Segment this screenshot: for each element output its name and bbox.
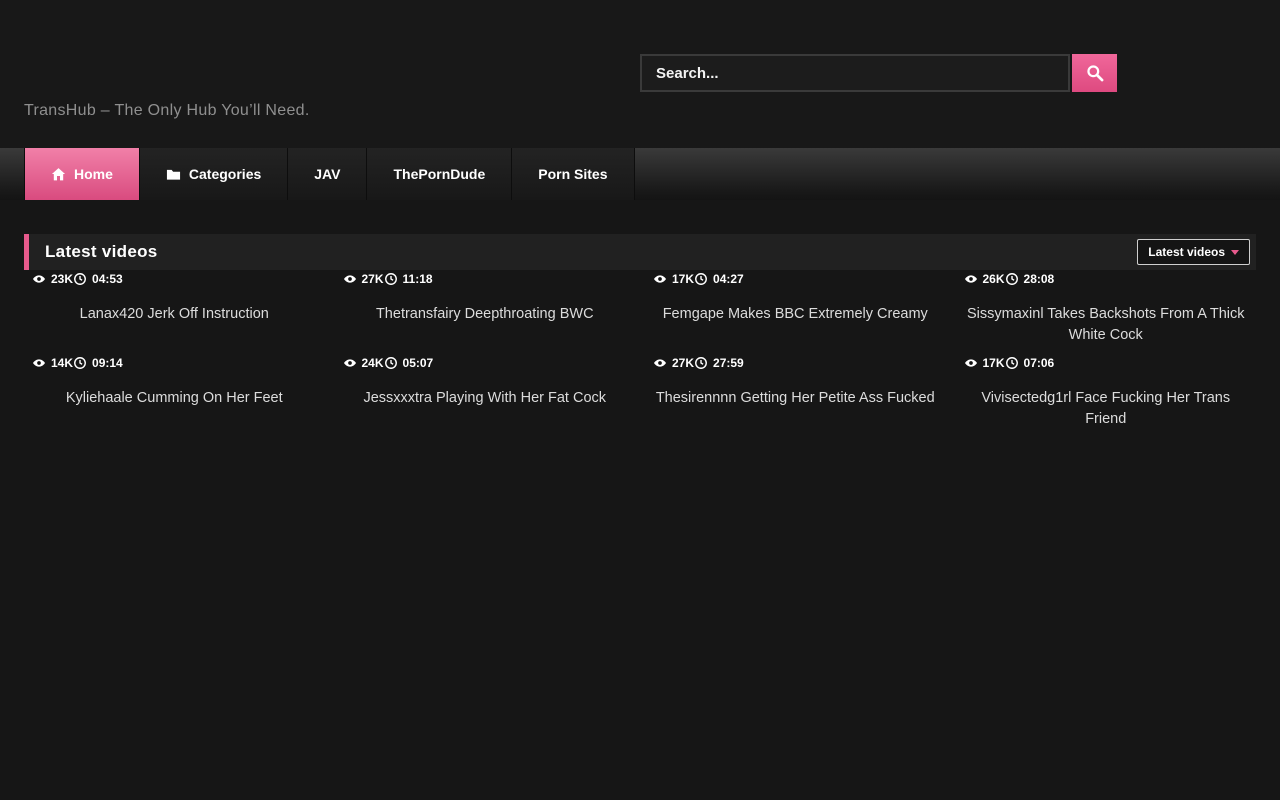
duration-text: 04:27	[713, 272, 744, 286]
clock-icon	[694, 272, 708, 286]
clock-icon	[1005, 272, 1019, 286]
eye-icon	[343, 356, 357, 370]
duration: 04:27	[694, 272, 744, 286]
site-tagline: TransHub – The Only Hub You’ll Need.	[24, 102, 310, 120]
sort-dropdown-button[interactable]: Latest videos	[1137, 239, 1250, 265]
video-card[interactable]: 27K 11:18 Thetransfairy Deepthroating BW…	[335, 292, 636, 346]
eye-icon	[964, 272, 978, 286]
duration-text: 07:06	[1024, 356, 1055, 370]
view-count: 27K	[653, 356, 694, 370]
view-count: 14K	[32, 356, 73, 370]
duration-text: 09:14	[92, 356, 123, 370]
duration-text: 27:59	[713, 356, 744, 370]
view-count: 24K	[343, 356, 384, 370]
video-card[interactable]: 17K 04:27 Femgape Makes BBC Extremely Cr…	[645, 292, 946, 346]
duration: 09:14	[73, 356, 123, 370]
eye-icon	[32, 356, 46, 370]
view-count-text: 17K	[672, 272, 694, 286]
search-icon	[1086, 64, 1104, 82]
video-title[interactable]: Vivisectedg1rl Face Fucking Her Trans Fr…	[956, 388, 1257, 430]
section-header: Latest videos Latest videos	[24, 234, 1256, 270]
nav-tab-label: Home	[74, 166, 113, 182]
eye-icon	[964, 356, 978, 370]
nav-tab-label: JAV	[314, 166, 340, 182]
duration: 04:53	[73, 272, 123, 286]
clock-icon	[384, 356, 398, 370]
video-stats: 24K 05:07	[335, 350, 351, 376]
video-stats: 14K 09:14	[24, 350, 40, 376]
video-card[interactable]: 27K 27:59 Thesirennnn Getting Her Petite…	[645, 376, 946, 430]
video-title[interactable]: Lanax420 Jerk Off Instruction	[24, 304, 325, 325]
chevron-down-icon	[1231, 250, 1239, 255]
video-card[interactable]: 14K 09:14 Kyliehaale Cumming On Her Feet	[24, 376, 325, 430]
duration-text: 28:08	[1024, 272, 1055, 286]
video-card[interactable]: 26K 28:08 Sissymaxinl Takes Backshots Fr…	[956, 292, 1257, 346]
home-icon	[51, 167, 66, 182]
view-count: 17K	[653, 272, 694, 286]
nav-tab-home[interactable]: Home	[24, 148, 140, 200]
duration: 11:18	[384, 272, 433, 286]
view-count-text: 24K	[362, 356, 384, 370]
section-title: Latest videos	[45, 242, 158, 262]
view-count-text: 14K	[51, 356, 73, 370]
clock-icon	[73, 356, 87, 370]
eye-icon	[343, 272, 357, 286]
eye-icon	[653, 272, 667, 286]
duration-text: 11:18	[403, 272, 433, 286]
view-count-text: 23K	[51, 272, 73, 286]
search-form	[640, 54, 1117, 92]
view-count-text: 26K	[983, 272, 1005, 286]
clock-icon	[1005, 356, 1019, 370]
view-count: 26K	[964, 272, 1005, 286]
video-title[interactable]: Jessxxxtra Playing With Her Fat Cock	[335, 388, 636, 409]
duration-text: 04:53	[92, 272, 123, 286]
video-title[interactable]: Thesirennnn Getting Her Petite Ass Fucke…	[645, 388, 946, 409]
video-stats: 23K 04:53	[24, 266, 40, 292]
video-title[interactable]: Sissymaxinl Takes Backshots From A Thick…	[956, 304, 1257, 346]
search-input[interactable]	[640, 54, 1070, 92]
video-stats: 17K 07:06	[956, 350, 972, 376]
nav-tab-theporndude[interactable]: ThePornDude	[367, 148, 512, 200]
clock-icon	[73, 272, 87, 286]
video-stats: 27K 27:59	[645, 350, 661, 376]
nav-tab-label: ThePornDude	[393, 166, 485, 182]
video-stats: 26K 28:08	[956, 266, 972, 292]
view-count-text: 17K	[983, 356, 1005, 370]
eye-icon	[653, 356, 667, 370]
view-count: 27K	[343, 272, 384, 286]
nav-tab-porn-sites[interactable]: Porn Sites	[512, 148, 634, 200]
search-button[interactable]	[1072, 54, 1117, 92]
nav-tab-jav[interactable]: JAV	[288, 148, 367, 200]
nav-tab-label: Porn Sites	[538, 166, 607, 182]
folder-icon	[166, 167, 181, 182]
site-header: TransHub – The Only Hub You’ll Need.	[0, 0, 1280, 148]
video-card[interactable]: 24K 05:07 Jessxxxtra Playing With Her Fa…	[335, 376, 636, 430]
view-count: 17K	[964, 356, 1005, 370]
video-stats: 17K 04:27	[645, 266, 661, 292]
main-nav: Home Categories JAV ThePornDude Porn Sit…	[0, 148, 1280, 200]
duration: 28:08	[1005, 272, 1055, 286]
duration: 27:59	[694, 356, 744, 370]
clock-icon	[384, 272, 398, 286]
video-title[interactable]: Femgape Makes BBC Extremely Creamy	[645, 304, 946, 325]
video-title[interactable]: Kyliehaale Cumming On Her Feet	[24, 388, 325, 409]
nav-tab-label: Categories	[189, 166, 261, 182]
view-count: 23K	[32, 272, 73, 286]
video-stats: 27K 11:18	[335, 266, 351, 292]
video-card[interactable]: 17K 07:06 Vivisectedg1rl Face Fucking He…	[956, 376, 1257, 430]
video-grid: 23K 04:53 Lanax420 Jerk Off Instruction …	[24, 292, 1256, 460]
view-count-text: 27K	[672, 356, 694, 370]
sort-dropdown-label: Latest videos	[1148, 245, 1225, 259]
video-card[interactable]: 23K 04:53 Lanax420 Jerk Off Instruction	[24, 292, 325, 346]
clock-icon	[694, 356, 708, 370]
duration-text: 05:07	[403, 356, 434, 370]
video-title[interactable]: Thetransfairy Deepthroating BWC	[335, 304, 636, 325]
nav-tab-categories[interactable]: Categories	[140, 148, 288, 200]
main-content: Latest videos Latest videos 23K 04:53	[0, 200, 1280, 460]
duration: 05:07	[384, 356, 434, 370]
view-count-text: 27K	[362, 272, 384, 286]
eye-icon	[32, 272, 46, 286]
duration: 07:06	[1005, 356, 1055, 370]
